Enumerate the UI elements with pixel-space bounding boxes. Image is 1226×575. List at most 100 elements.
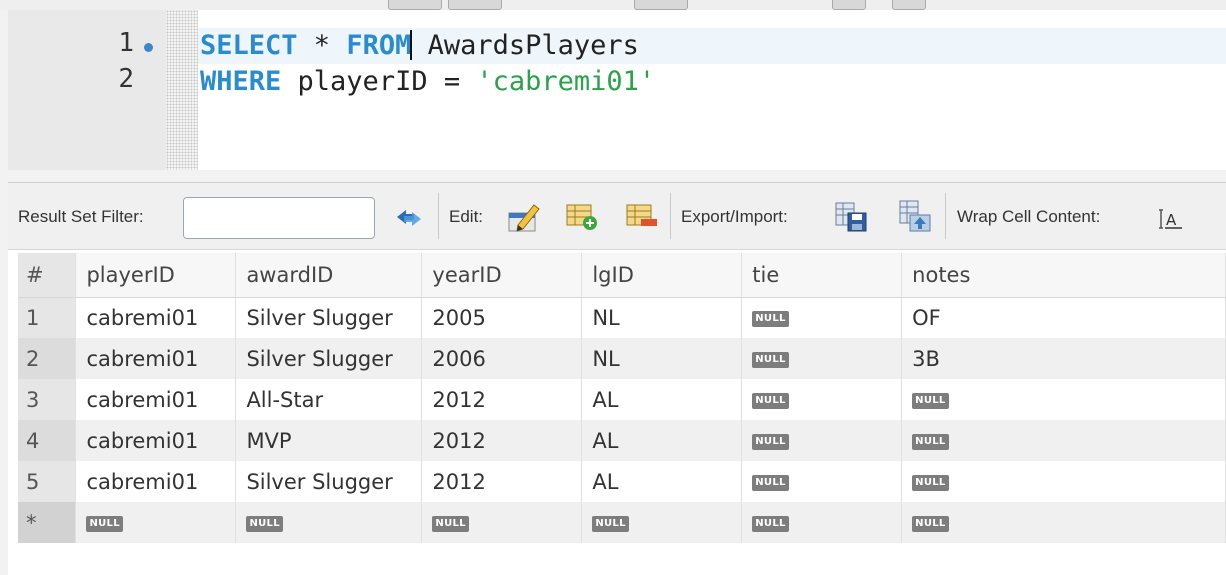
cell-lgid[interactable]: NULL bbox=[581, 502, 743, 543]
cell-lgid[interactable]: AL bbox=[581, 461, 743, 502]
column-header-yearid[interactable]: yearID bbox=[421, 253, 583, 298]
column-header-tie[interactable]: tie bbox=[741, 253, 903, 298]
edit-label: Edit: bbox=[449, 207, 484, 226]
cell-notes[interactable]: NULL bbox=[901, 502, 1226, 543]
row-number[interactable]: 5 bbox=[18, 461, 77, 502]
null-badge: NULL bbox=[912, 392, 949, 409]
cell-yearid[interactable]: NULL bbox=[421, 502, 583, 543]
cell-tie[interactable]: NULL bbox=[741, 502, 903, 543]
cell-notes[interactable]: NULL bbox=[901, 461, 1226, 502]
cell-notes[interactable]: 3B bbox=[901, 338, 1226, 379]
toolbar-button[interactable] bbox=[892, 0, 926, 10]
cell-yearid[interactable]: 2005 bbox=[421, 297, 583, 338]
cell-tie[interactable]: NULL bbox=[741, 379, 903, 420]
row-number[interactable]: * bbox=[18, 502, 77, 543]
cell-awardid[interactable]: Silver Slugger bbox=[235, 338, 423, 379]
row-number[interactable]: 4 bbox=[18, 420, 77, 461]
column-header-lgid[interactable]: lgID bbox=[581, 253, 743, 298]
null-badge: NULL bbox=[592, 515, 629, 532]
export-save-icon[interactable] bbox=[834, 201, 868, 233]
cell-yearid[interactable]: 2012 bbox=[421, 420, 583, 461]
result-filter-input[interactable] bbox=[183, 197, 375, 239]
editor-toolbar bbox=[0, 0, 1226, 10]
cell-yearid[interactable]: 2012 bbox=[421, 379, 583, 420]
cell-notes[interactable]: OF bbox=[901, 297, 1226, 338]
cell-awardid[interactable]: Silver Slugger bbox=[235, 297, 423, 338]
row-number[interactable]: 1 bbox=[18, 297, 77, 338]
table-row[interactable]: 4 cabremi01 MVP 2012 AL NULL NULL bbox=[18, 420, 1226, 461]
svg-text:A: A bbox=[1166, 211, 1177, 229]
code-text: playerID = bbox=[281, 66, 477, 97]
cell-playerid[interactable]: cabremi01 bbox=[75, 338, 237, 379]
result-grid[interactable]: # playerID awardID yearID lgID tie notes… bbox=[18, 253, 1226, 543]
code-text: * bbox=[297, 30, 347, 61]
column-header-notes[interactable]: notes bbox=[901, 253, 1226, 298]
cell-awardid[interactable]: All-Star bbox=[235, 379, 423, 420]
cell-tie[interactable]: NULL bbox=[741, 297, 903, 338]
null-badge: NULL bbox=[246, 515, 283, 532]
column-header-playerid[interactable]: playerID bbox=[75, 253, 237, 298]
toolbar-button[interactable] bbox=[832, 0, 866, 10]
null-badge: NULL bbox=[912, 515, 949, 532]
new-row-placeholder[interactable]: * NULL NULL NULL NULL NULL NULL bbox=[18, 502, 1226, 543]
edit-pencil-icon[interactable] bbox=[506, 199, 542, 235]
cell-playerid[interactable]: cabremi01 bbox=[75, 297, 237, 338]
add-row-icon[interactable] bbox=[565, 203, 599, 231]
row-number[interactable]: 2 bbox=[18, 338, 77, 379]
toolbar-separator bbox=[670, 193, 671, 239]
table-row[interactable]: 1 cabremi01 Silver Slugger 2005 NL NULL OF bbox=[18, 297, 1226, 338]
cell-tie[interactable]: NULL bbox=[741, 461, 903, 502]
wrap-cell-icon[interactable]: A bbox=[1158, 209, 1184, 229]
null-badge: NULL bbox=[912, 474, 949, 491]
cell-notes[interactable]: NULL bbox=[901, 379, 1226, 420]
column-header-awardid[interactable]: awardID bbox=[235, 253, 423, 298]
delete-row-icon[interactable] bbox=[625, 203, 659, 231]
toolbar-button[interactable] bbox=[388, 0, 442, 10]
code-line-2[interactable]: WHERE playerID = 'cabremi01' bbox=[200, 64, 655, 100]
statement-marker-icon bbox=[144, 43, 153, 52]
toolbar-button[interactable] bbox=[634, 0, 688, 10]
table-row[interactable]: 3 cabremi01 All-Star 2012 AL NULL NULL bbox=[18, 379, 1226, 420]
cell-lgid[interactable]: NL bbox=[581, 297, 743, 338]
toolbar-separator bbox=[945, 193, 946, 239]
cell-playerid[interactable]: cabremi01 bbox=[75, 379, 237, 420]
cell-awardid[interactable]: MVP bbox=[235, 420, 423, 461]
grid-header-row: # playerID awardID yearID lgID tie notes bbox=[18, 253, 1226, 298]
null-badge: NULL bbox=[752, 474, 789, 491]
row-number[interactable]: 3 bbox=[18, 379, 77, 420]
cell-yearid[interactable]: 2006 bbox=[421, 338, 583, 379]
code-line-1[interactable]: SELECT * FROM AwardsPlayers bbox=[200, 28, 639, 64]
cell-notes[interactable]: NULL bbox=[901, 420, 1226, 461]
cell-playerid[interactable]: cabremi01 bbox=[75, 461, 237, 502]
column-header-rownum[interactable]: # bbox=[18, 253, 77, 298]
cell-lgid[interactable]: AL bbox=[581, 420, 743, 461]
string-literal: 'cabremi01' bbox=[476, 66, 656, 97]
null-badge: NULL bbox=[752, 392, 789, 409]
keyword-select: SELECT bbox=[200, 30, 298, 61]
keyword-where: WHERE bbox=[200, 66, 282, 97]
cell-playerid[interactable]: NULL bbox=[75, 502, 237, 543]
result-grid-panel: Result Set Filter: Edit: Export/Import: … bbox=[8, 182, 1226, 575]
null-badge: NULL bbox=[86, 515, 123, 532]
refresh-icon[interactable] bbox=[394, 207, 424, 229]
cell-tie[interactable]: NULL bbox=[741, 420, 903, 461]
null-badge: NULL bbox=[912, 433, 949, 450]
export-import-label: Export/Import: bbox=[681, 207, 788, 226]
line-number: 1 bbox=[118, 28, 134, 58]
sql-editor[interactable]: 1 2 SELECT * FROM AwardsPlayers WHERE pl… bbox=[8, 10, 1226, 170]
cell-tie[interactable]: NULL bbox=[741, 338, 903, 379]
toolbar-button[interactable] bbox=[448, 0, 502, 10]
keyword-from: FROM bbox=[346, 30, 412, 61]
cell-awardid[interactable]: NULL bbox=[235, 502, 423, 543]
cell-lgid[interactable]: AL bbox=[581, 379, 743, 420]
null-badge: NULL bbox=[752, 351, 789, 368]
cell-lgid[interactable]: NL bbox=[581, 338, 743, 379]
cell-awardid[interactable]: Silver Slugger bbox=[235, 461, 423, 502]
cell-playerid[interactable]: cabremi01 bbox=[75, 420, 237, 461]
table-row[interactable]: 5 cabremi01 Silver Slugger 2012 AL NULL NULL bbox=[18, 461, 1226, 502]
import-icon[interactable] bbox=[898, 199, 932, 233]
line-number-gutter bbox=[8, 10, 166, 170]
table-row[interactable]: 2 cabremi01 Silver Slugger 2006 NL NULL 3B bbox=[18, 338, 1226, 379]
null-badge: NULL bbox=[752, 433, 789, 450]
cell-yearid[interactable]: 2012 bbox=[421, 461, 583, 502]
